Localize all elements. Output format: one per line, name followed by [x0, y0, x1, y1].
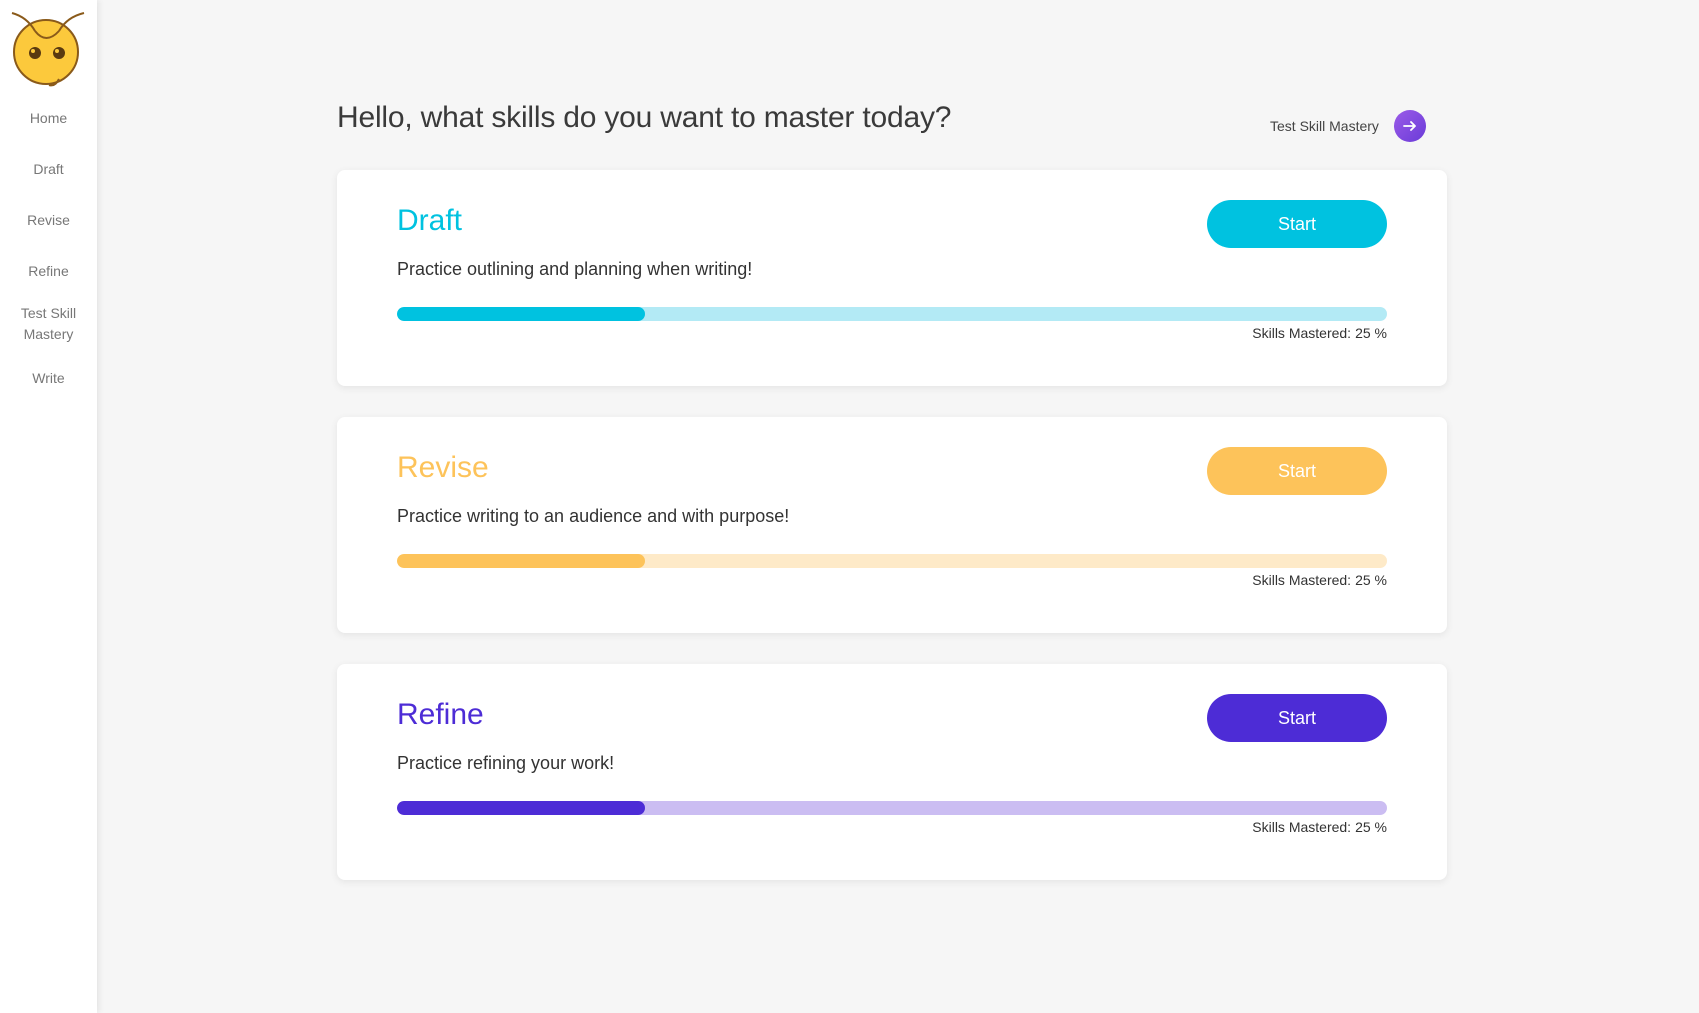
sidebar-item-label: Home	[29, 110, 68, 126]
skill-card-refine: Refine Practice refining your work! Star…	[337, 664, 1447, 880]
card-description: Practice writing to an audience and with…	[397, 506, 790, 526]
start-button[interactable]: Start	[1207, 200, 1387, 248]
progress-fill	[397, 801, 645, 815]
card-title: Refine	[397, 698, 484, 731]
sidebar-item-revise[interactable]: Revise	[0, 210, 97, 231]
test-skill-mastery-link[interactable]: Test Skill Mastery	[1270, 110, 1426, 142]
progress-bar	[397, 801, 1387, 815]
sidebar-item-label: Revise	[27, 212, 70, 228]
sidebar: Home Draft Revise Refine Test Skill Mast…	[0, 0, 97, 1013]
progress-bar	[397, 307, 1387, 321]
owl-logo-icon[interactable]	[9, 9, 87, 89]
skill-card-draft: Draft Practice outlining and planning wh…	[337, 170, 1447, 386]
sidebar-item-test-skill-mastery[interactable]: Test Skill Mastery	[0, 303, 97, 345]
sidebar-item-refine[interactable]: Refine	[0, 261, 97, 282]
progress-fill	[397, 554, 645, 568]
sidebar-item-write[interactable]: Write	[0, 368, 97, 389]
start-button[interactable]: Start	[1207, 447, 1387, 495]
sidebar-item-label: Write	[32, 370, 65, 386]
card-description: Practice refining your work!	[397, 753, 615, 773]
progress-fill	[397, 307, 645, 321]
skills-mastered-label: Skills Mastered:	[1252, 819, 1352, 835]
test-skill-mastery-label: Test Skill Mastery	[1270, 118, 1379, 134]
skills-mastered: Skills Mastered: 25 %	[1252, 572, 1387, 588]
sidebar-item-draft[interactable]: Draft	[0, 159, 97, 180]
sidebar-item-home[interactable]: Home	[0, 108, 97, 129]
sidebar-item-label: Draft	[33, 161, 64, 177]
skills-mastered-label: Skills Mastered:	[1252, 325, 1352, 341]
sidebar-item-label: Test Skill	[20, 305, 77, 321]
sidebar-nav: Home Draft Revise Refine Test Skill Mast…	[0, 108, 97, 389]
skills-mastered: Skills Mastered: 25 %	[1252, 325, 1387, 341]
card-title: Revise	[397, 451, 489, 484]
skills-mastered-value: 25 %	[1355, 572, 1387, 588]
arrow-right-icon[interactable]	[1393, 110, 1426, 142]
card-description: Practice outlining and planning when wri…	[397, 259, 753, 279]
progress-bar	[397, 554, 1387, 568]
skills-mastered-label: Skills Mastered:	[1252, 572, 1352, 588]
sidebar-item-label: Refine	[28, 263, 69, 279]
skills-mastered-value: 25 %	[1355, 819, 1387, 835]
start-button[interactable]: Start	[1207, 694, 1387, 742]
card-title: Draft	[397, 204, 463, 237]
skills-mastered: Skills Mastered: 25 %	[1252, 819, 1387, 835]
page-title: Hello, what skills do you want to master…	[337, 101, 952, 134]
skills-mastered-value: 25 %	[1355, 325, 1387, 341]
sidebar-item-label: Mastery	[23, 326, 74, 342]
skill-card-revise: Revise Practice writing to an audience a…	[337, 417, 1447, 633]
